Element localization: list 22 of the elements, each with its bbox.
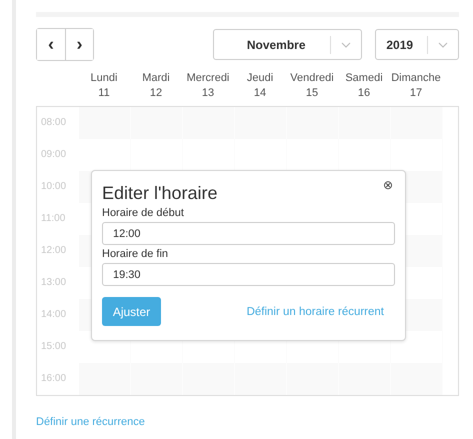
day-name: Samedi	[345, 71, 383, 86]
day-name: Mercredi	[186, 71, 230, 86]
day-date: 12	[150, 86, 162, 101]
day-date: 15	[306, 86, 318, 101]
day-date: 13	[202, 86, 214, 101]
field-label: Horaire de fin	[102, 248, 170, 260]
day-name: Dimanche	[391, 71, 441, 86]
month-select[interactable]: Novembre	[213, 29, 362, 60]
day-name: Lundi	[90, 71, 118, 86]
day-date: 11	[98, 86, 110, 101]
day-name: Mardi	[142, 71, 170, 86]
input-field[interactable]: 19:30	[102, 263, 395, 286]
day-name: Vendredi	[290, 71, 334, 86]
dialog-title: Editer l'horaire	[102, 183, 218, 204]
field-label: Horaire de début	[102, 207, 185, 219]
next-button[interactable]: ›	[65, 29, 93, 60]
day-date: 16	[358, 86, 370, 101]
day-date: 17	[410, 86, 422, 101]
day-date: 14	[254, 86, 266, 101]
input-field[interactable]: 12:00	[102, 222, 395, 245]
year-select[interactable]: 2019	[375, 29, 459, 60]
day-name: Jeudi	[246, 71, 274, 86]
